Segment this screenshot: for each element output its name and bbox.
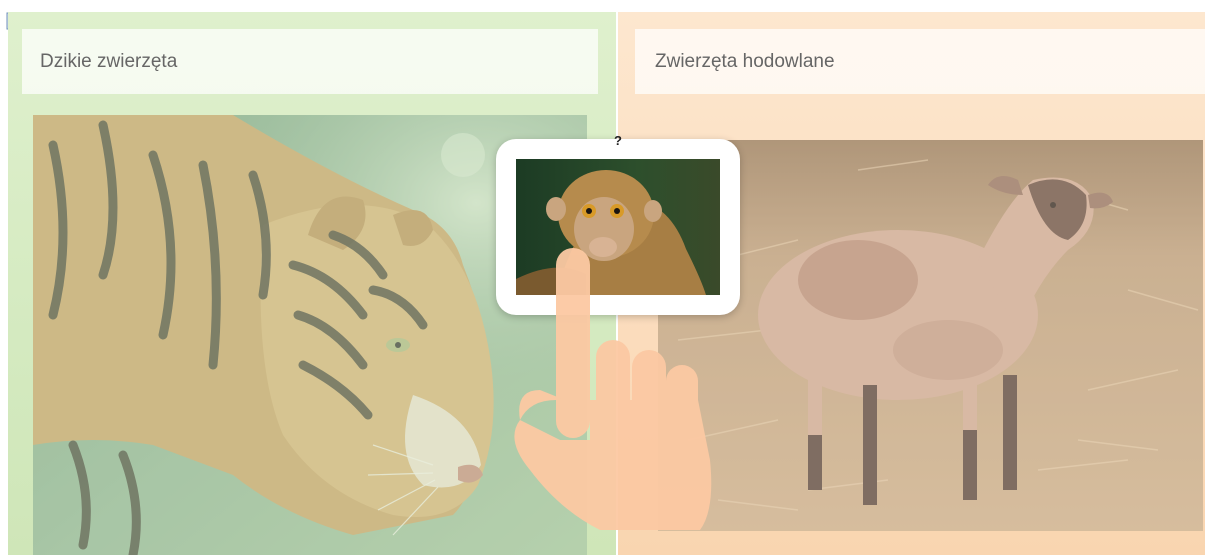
draggable-animal-card[interactable]: ? [496, 133, 740, 315]
card-help-label[interactable]: ? [610, 133, 626, 149]
category-title-farm: Zwierzęta hodowlane [635, 29, 1205, 94]
monkey-photo [516, 159, 720, 295]
category-title-wild: Dzikie zwierzęta [22, 29, 598, 94]
